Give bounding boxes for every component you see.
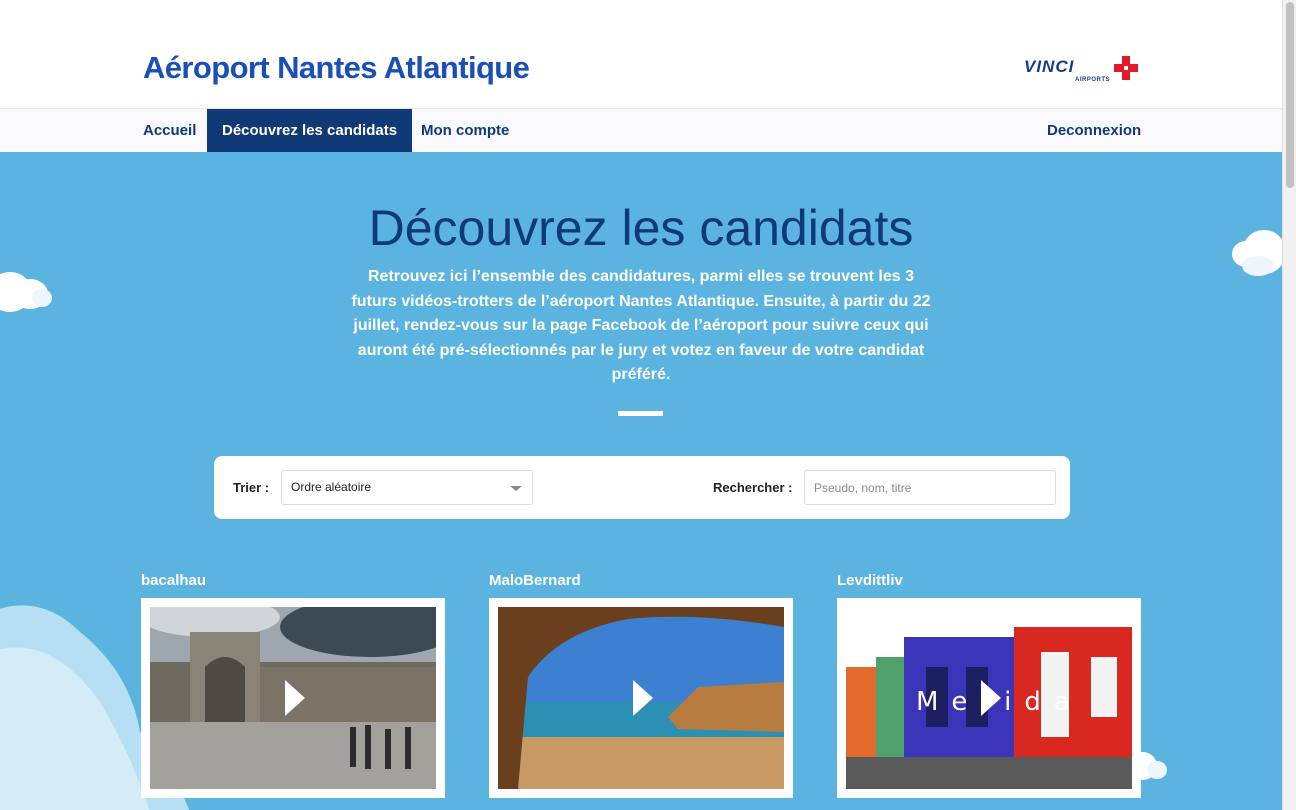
- chevron-down-icon: [510, 486, 522, 491]
- vinci-airports-logo[interactable]: VINCI AIRPORTS: [1024, 54, 1144, 88]
- nav-item-decouvrez-candidats[interactable]: Découvrez les candidats: [207, 109, 413, 153]
- thumbnail-image: Merida: [846, 607, 1132, 789]
- candidate-name[interactable]: Levdittliv: [837, 572, 903, 589]
- vinci-cross-icon: [1114, 56, 1138, 80]
- intro-text: Retrouvez ici l’ensemble des candidature…: [351, 268, 931, 383]
- video-thumbnail[interactable]: [489, 598, 793, 798]
- play-icon: [981, 680, 1001, 716]
- thumbnail-image: [150, 607, 436, 789]
- play-icon: [285, 680, 305, 716]
- sort-label: Trier :: [233, 480, 270, 495]
- logo-subtext: AIRPORTS: [1075, 77, 1111, 83]
- thumbnail-image: [498, 607, 784, 789]
- logo-text: VINCI: [1024, 57, 1075, 76]
- search-input[interactable]: [804, 470, 1056, 505]
- sort-select[interactable]: Ordre aléatoire: [281, 470, 533, 505]
- nav-item-accueil[interactable]: Accueil: [128, 109, 211, 153]
- sort-selected-value: Ordre aléatoire: [291, 480, 372, 494]
- hero-section: Découvrez les candidats Retrouvez ici l’…: [0, 152, 1282, 810]
- play-icon: [633, 680, 653, 716]
- site-title[interactable]: Aéroport Nantes Atlantique: [143, 50, 530, 86]
- cloud-icon: [0, 272, 52, 312]
- scrollbar-thumb[interactable]: [1286, 2, 1294, 188]
- candidate-name[interactable]: MaloBernard: [489, 572, 581, 589]
- site-header: Aéroport Nantes Atlantique VINCI AIRPORT…: [0, 0, 1282, 108]
- video-thumbnail[interactable]: [141, 598, 445, 798]
- filter-bar: Trier : Ordre aléatoire Rechercher :: [214, 456, 1070, 519]
- candidate-name[interactable]: bacalhau: [141, 572, 206, 589]
- divider: [618, 411, 663, 416]
- nav-item-deconnexion[interactable]: Deconnexion: [1032, 109, 1156, 153]
- video-thumbnail[interactable]: Merida: [837, 598, 1141, 798]
- page-scrollbar[interactable]: [1282, 0, 1296, 810]
- page-title: Découvrez les candidats: [368, 200, 914, 256]
- nav-item-mon-compte[interactable]: Mon compte: [406, 109, 524, 153]
- search-label: Rechercher :: [713, 480, 793, 495]
- main-nav: Accueil Découvrez les candidats Mon comp…: [0, 108, 1282, 153]
